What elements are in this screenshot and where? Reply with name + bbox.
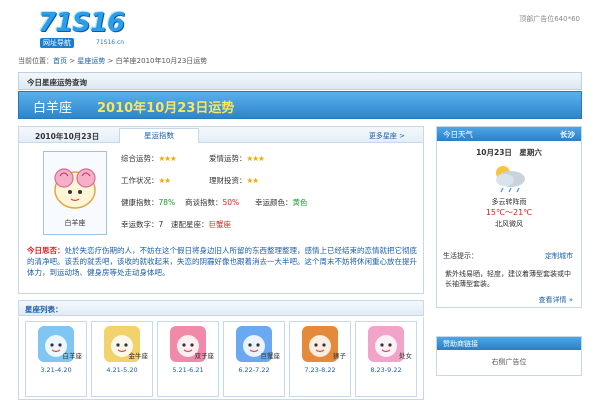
zodiac-sign-name: 巨蟹座 — [260, 352, 281, 360]
zodiac-list-item[interactable]: 白羊座 3.21-4.20 — [25, 321, 87, 397]
weather-description: 多云转阵雨 — [491, 198, 527, 206]
stat-love-label: 爱情运势： — [209, 154, 247, 163]
breadcrumb-current: 白羊座2010年10月23日运势 — [115, 57, 208, 65]
stat-talk: 商谈指数：50% — [185, 197, 239, 208]
sponsor-ad-slot: 右侧广告位 — [491, 358, 527, 366]
stat-overall-stars: ★★★ — [158, 154, 177, 163]
zodiac-list-header: 星座列表： — [18, 300, 424, 316]
stat-color: 幸运颜色：黄色 — [255, 197, 308, 208]
breadcrumb-separator: > — [67, 57, 78, 65]
banner-sign: 白羊座 — [33, 101, 73, 116]
weather-tip: 紫外线易晒，轻度，建议着薄型套装或中长袖薄型套装。 — [445, 270, 571, 288]
breadcrumb: 当前位置：首页 > 星座运势 > 白羊座2010年10月23日运势 — [18, 56, 582, 68]
zodiac-sign-name: 金牛座 — [128, 352, 149, 360]
stat-match: 速配星座：巨蟹座 — [171, 219, 231, 230]
weather-widget: 今日天气 长沙 10月23日 星期六 多云转阵雨 15℃～21℃ 北风微风 生活… — [436, 126, 582, 308]
zodiac-date-range: 4.21-5.20 — [106, 366, 138, 374]
stat-match-value[interactable]: 巨蟹座 — [209, 220, 232, 229]
stat-talk-label: 商谈指数： — [185, 198, 223, 207]
zodiac-sign-name: 处女 — [399, 352, 412, 360]
stat-number-label: 幸运数字： — [121, 220, 159, 229]
breadcrumb-section-link[interactable]: 星座运势 — [77, 57, 105, 65]
customize-city-link[interactable]: 定制城市 — [545, 251, 573, 261]
sign-card-label: 白羊座 — [64, 219, 86, 227]
more-signs-link[interactable]: 更多星座 > — [369, 131, 405, 141]
breadcrumb-home-link[interactable]: 首页 — [53, 57, 67, 65]
logo-subtitle: 网址导航 — [40, 38, 74, 48]
stat-work-stars: ★★ — [158, 176, 171, 185]
weather-title: 今日天气 — [443, 130, 473, 139]
sign-avatar: 白羊座 — [43, 151, 107, 235]
stat-health: 健康指数：78% — [121, 197, 175, 208]
stat-finance-label: 理财投资： — [209, 176, 247, 185]
sponsor-box: 赞助商链接 右侧广告位 — [436, 336, 582, 376]
stat-work: 工作状况：★★ — [121, 175, 171, 186]
fortune-panel: 2010年10月23日 星运指数 更多星座 > 白羊座 综合运势：★★★ 爱情运… — [18, 126, 424, 294]
stat-finance: 理财投资：★★ — [209, 175, 259, 186]
weather-life-label: 生活提示： — [443, 252, 478, 260]
logo-text: 71S16 — [38, 8, 125, 38]
stat-love: 爱情运势：★★★ — [209, 153, 265, 164]
aries-icon — [54, 168, 96, 209]
weather-wind: 北风微风 — [495, 220, 523, 228]
zodiac-list-title: 星座列表： — [25, 305, 63, 314]
query-bar-title: 今日星座运势查询 — [27, 78, 87, 87]
stat-overall-label: 综合运势： — [121, 154, 159, 163]
weather-header: 今日天气 长沙 — [437, 127, 581, 141]
fortune-date: 2010年10月23日 — [35, 132, 100, 141]
zodiac-list: 白羊座 3.21-4.20 金牛座 4.21-5.20 双子座 5.21-6.21 巨蟹座 6… — [18, 317, 424, 400]
zodiac-list-item[interactable]: 双子座 5.21-6.21 — [157, 321, 219, 397]
weather-more-link[interactable]: 查看详情 » — [538, 295, 573, 305]
sponsor-title: 赞助商链接 — [443, 340, 478, 348]
fortune-banner: 白羊座 2010年10月23日运势 — [18, 91, 582, 119]
fortune-analysis: 今日思否：处於失恋疗伤期的人，不妨在这个假日将身边旧人所留的东西整理整理，感情上… — [27, 245, 417, 278]
query-bar: 今日星座运势查询 — [18, 72, 582, 90]
site-header: 71S16 网址导航 71S16.cn 顶部广告位640*60 — [0, 0, 600, 52]
zodiac-list-item[interactable]: 处女 8.23-9.22 — [355, 321, 417, 397]
weather-city[interactable]: 长沙 — [560, 129, 575, 140]
stat-overall: 综合运势：★★★ — [121, 153, 177, 164]
sponsor-header: 赞助商链接 — [437, 337, 581, 350]
zodiac-list-item[interactable]: 狮子 7.23-8.22 — [289, 321, 351, 397]
stat-love-stars: ★★★ — [246, 154, 265, 163]
stat-health-value: 78% — [158, 198, 176, 207]
zodiac-date-range: 6.22-7.22 — [238, 366, 270, 374]
breadcrumb-separator: > — [105, 57, 116, 65]
zodiac-date-range: 5.21-6.21 — [172, 366, 204, 374]
zodiac-list-item[interactable]: 金牛座 4.21-5.20 — [91, 321, 153, 397]
zodiac-date-range: 7.23-8.22 — [304, 366, 336, 374]
top-ad-slot: 顶部广告位640*60 — [519, 15, 580, 23]
analysis-label: 今日思否： — [27, 246, 65, 255]
weather-temperature: 15℃～21℃ — [485, 208, 533, 217]
stat-work-label: 工作状况： — [121, 176, 159, 185]
stat-finance-stars: ★★ — [246, 176, 259, 185]
tab-fortune-index[interactable]: 星运指数 — [119, 128, 199, 143]
stat-color-label: 幸运颜色： — [255, 198, 293, 207]
zodiac-list-item[interactable]: 巨蟹座 6.22-7.22 — [223, 321, 285, 397]
stat-number-value: 7 — [158, 220, 164, 229]
weather-date: 10月23日 星期六 — [476, 148, 542, 157]
logo-domain: 71S16.cn — [96, 39, 125, 46]
cloudy-rain-icon — [496, 166, 525, 193]
stat-match-label: 速配星座： — [171, 220, 209, 229]
analysis-text: 处於失恋疗伤期的人，不妨在这个假日将身边旧人所留的东西整理整理，感情上已经结束的… — [27, 246, 417, 277]
stat-number: 幸运数字：7 — [121, 219, 163, 230]
fortune-panel-header: 2010年10月23日 星运指数 更多星座 > — [19, 127, 423, 143]
stat-talk-value: 50% — [222, 198, 240, 207]
zodiac-date-range: 3.21-4.20 — [40, 366, 72, 374]
breadcrumb-prefix: 当前位置： — [18, 57, 53, 65]
zodiac-sign-name: 狮子 — [333, 352, 346, 360]
stat-color-value: 黄色 — [292, 198, 308, 207]
zodiac-date-range: 8.23-9.22 — [370, 366, 402, 374]
stat-health-label: 健康指数： — [121, 198, 159, 207]
zodiac-sign-name: 双子座 — [194, 352, 215, 360]
banner-title: 2010年10月23日运势 — [97, 101, 235, 116]
site-logo[interactable]: 71S16 网址导航 71S16.cn — [38, 8, 130, 48]
zodiac-sign-name: 白羊座 — [62, 352, 83, 360]
